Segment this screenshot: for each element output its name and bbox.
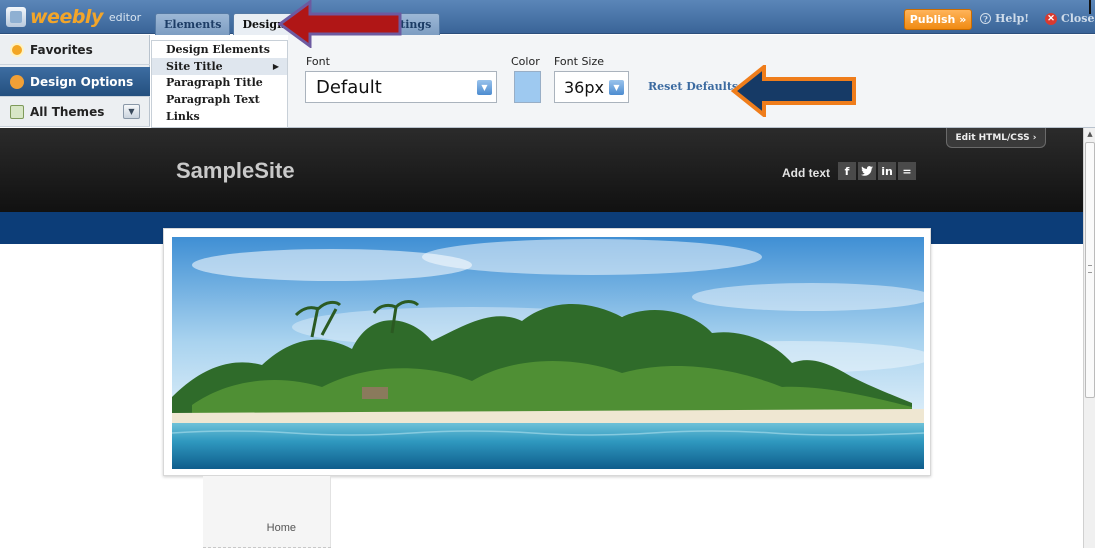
chevron-right-icon: ▶ bbox=[272, 61, 279, 72]
tab-pages[interactable] bbox=[297, 13, 386, 35]
palette-icon bbox=[10, 74, 24, 89]
twitter-bird-glyph bbox=[861, 166, 873, 176]
weebly-cube-icon bbox=[6, 7, 26, 27]
facebook-icon[interactable]: f bbox=[838, 162, 856, 180]
main-tabs: Elements Design ttings bbox=[155, 13, 441, 35]
help-label: Help! bbox=[995, 12, 1030, 25]
top-bar: weebly editor Elements Design ttings Pub… bbox=[0, 0, 1095, 35]
sidebar-item-label: Favorites bbox=[30, 42, 93, 57]
color-swatch[interactable] bbox=[514, 71, 541, 103]
logo-suffix: editor bbox=[108, 10, 142, 24]
nav-item-home[interactable]: Home bbox=[267, 522, 296, 534]
tab-settings[interactable]: ttings bbox=[388, 13, 441, 35]
site-nav: Home bbox=[203, 476, 331, 548]
weebly-editor-window: weebly editor Elements Design ttings Pub… bbox=[0, 0, 1095, 548]
submenu-design-elements[interactable]: Design Elements bbox=[152, 41, 287, 58]
themes-icon bbox=[10, 104, 24, 119]
social-icons: f in = bbox=[838, 162, 916, 180]
design-options-panel: Font Default ▼ Color Font Size 36px ▼ Re… bbox=[288, 35, 1095, 128]
chevron-down-icon: ▼ bbox=[477, 80, 492, 95]
font-size-label: Font Size bbox=[554, 55, 605, 68]
submenu-paragraph-text[interactable]: Paragraph Text bbox=[152, 91, 287, 108]
close-link[interactable]: ✕ Close bbox=[1045, 12, 1094, 25]
edit-html-css-tab[interactable]: Edit HTML/CSS › bbox=[946, 128, 1046, 148]
submenu-label: Design Elements bbox=[166, 42, 270, 56]
close-icon: ✕ bbox=[1045, 12, 1057, 25]
scroll-thumb[interactable] bbox=[1085, 142, 1095, 398]
color-label: Color bbox=[511, 55, 540, 68]
sidebar-item-all-themes[interactable]: All Themes ▼ bbox=[0, 97, 150, 127]
star-icon bbox=[10, 42, 24, 57]
sidebar: Favorites Design Options All Themes ▼ bbox=[0, 35, 150, 127]
font-size-value: 36px bbox=[564, 77, 604, 97]
submenu-label: Links bbox=[166, 110, 200, 124]
publish-button[interactable]: Publish » bbox=[904, 9, 972, 30]
design-submenu: Design Elements Site Title ▶ Paragraph T… bbox=[151, 40, 288, 128]
submenu-site-title[interactable]: Site Title ▶ bbox=[152, 57, 287, 75]
scroll-up-icon[interactable]: ▲ bbox=[1084, 128, 1095, 140]
font-label: Font bbox=[306, 55, 330, 68]
tab-design[interactable]: Design bbox=[233, 13, 295, 35]
font-select[interactable]: Default ▼ bbox=[305, 71, 497, 103]
site-header-preview: SampleSite Add text f in = Edit HTML/CSS… bbox=[0, 128, 1083, 212]
hero-image-frame bbox=[163, 228, 931, 476]
help-link[interactable]: ? Help! bbox=[980, 12, 1029, 25]
site-title[interactable]: SampleSite bbox=[176, 158, 295, 184]
add-text[interactable]: Add text bbox=[782, 166, 830, 180]
chevron-down-icon: ▼ bbox=[609, 80, 624, 95]
twitter-icon[interactable] bbox=[858, 162, 876, 180]
window-edge-mark bbox=[1089, 0, 1091, 14]
sidebar-item-design-options[interactable]: Design Options bbox=[0, 67, 150, 97]
logo-word: weebly bbox=[30, 6, 103, 28]
reset-defaults-link[interactable]: Reset Defaults bbox=[648, 80, 738, 93]
tab-elements[interactable]: Elements bbox=[155, 13, 231, 35]
sidebar-item-label: All Themes bbox=[30, 104, 105, 119]
submenu-paragraph-title[interactable]: Paragraph Title bbox=[152, 75, 287, 92]
email-icon[interactable]: = bbox=[898, 162, 916, 180]
submenu-label: Paragraph Text bbox=[166, 93, 260, 107]
chevron-down-icon[interactable]: ▼ bbox=[123, 104, 140, 119]
sidebar-item-favorites[interactable]: Favorites bbox=[0, 35, 150, 65]
font-value: Default bbox=[316, 76, 382, 98]
submenu-links[interactable]: Links bbox=[152, 108, 287, 125]
submenu-label: Paragraph Title bbox=[166, 76, 263, 90]
island-beach-image[interactable] bbox=[172, 237, 924, 469]
page-scrollbar[interactable]: ▲ bbox=[1083, 128, 1095, 548]
help-icon: ? bbox=[980, 13, 991, 24]
submenu-label: Site Title bbox=[166, 59, 223, 73]
weebly-logo: weebly editor bbox=[6, 2, 141, 32]
linkedin-icon[interactable]: in bbox=[878, 162, 896, 180]
sidebar-item-label: Design Options bbox=[30, 74, 134, 89]
island-scene bbox=[172, 237, 924, 469]
font-size-select[interactable]: 36px ▼ bbox=[554, 71, 629, 103]
grip-icon bbox=[1088, 265, 1092, 273]
